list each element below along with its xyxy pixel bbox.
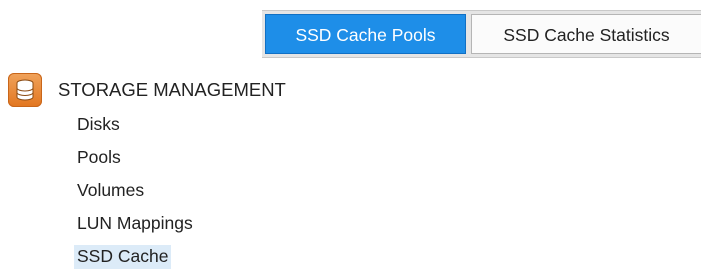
menu-item-disks[interactable]: Disks [73,110,197,143]
tab-bar: SSD Cache Pools SSD Cache Statistics [262,10,701,58]
menu-item-lun-mappings[interactable]: LUN Mappings [73,209,197,242]
storage-management-header[interactable]: STORAGE MANAGEMENT [8,73,286,107]
tab-ssd-cache-statistics[interactable]: SSD Cache Statistics [471,14,701,54]
tab-ssd-cache-pools[interactable]: SSD Cache Pools [265,14,466,54]
menu-item-label: LUN Mappings [77,213,193,233]
section-title: STORAGE MANAGEMENT [58,79,286,100]
menu-item-label: Pools [77,147,121,167]
menu-item-pools[interactable]: Pools [73,143,197,176]
menu-item-label: Disks [77,114,120,134]
menu-item-label: SSD Cache [74,245,172,269]
storage-menu: Disks Pools Volumes LUN Mappings SSD Cac… [73,110,197,275]
menu-item-label: Volumes [77,180,145,200]
storage-database-icon [8,73,42,107]
menu-item-ssd-cache[interactable]: SSD Cache [73,242,197,275]
menu-item-volumes[interactable]: Volumes [73,176,197,209]
